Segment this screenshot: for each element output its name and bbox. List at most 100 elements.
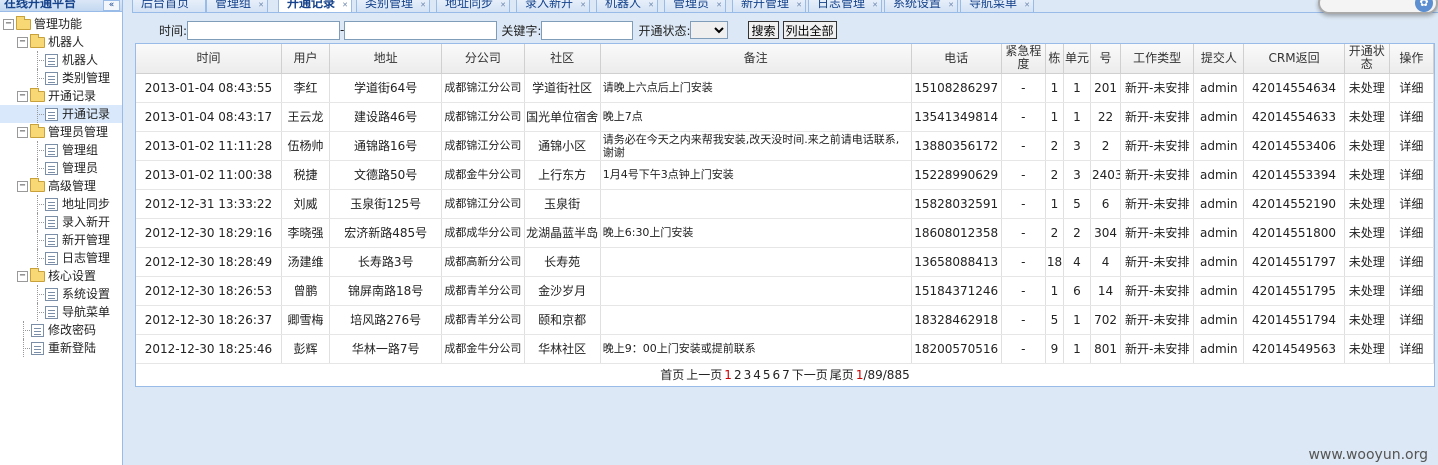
tree-item[interactable]: 导航菜单 [0,303,122,321]
column-header[interactable]: 栋 [1045,44,1064,74]
column-header[interactable]: 分公司 [441,44,525,74]
end-time-input[interactable] [344,20,498,40]
detail-link[interactable]: 详细 [1389,160,1435,190]
collapse-node-icon[interactable]: − [17,270,28,282]
column-header[interactable]: 工作类型 [1120,44,1195,74]
collapse-node-icon[interactable]: − [17,180,28,192]
status-select[interactable] [690,21,729,39]
collapse-node-icon[interactable]: − [17,36,28,48]
tab[interactable]: 新开管理 ✕ [732,0,807,12]
tab[interactable]: 机器人 ✕ [596,0,659,12]
tab[interactable]: 导航菜单 ✕ [960,0,1035,12]
tab[interactable]: 管理员 ✕ [664,0,727,12]
tree-item[interactable]: 新开管理 [0,231,122,249]
column-header[interactable]: 开通状态 [1344,44,1390,74]
tab[interactable]: 类别管理 ✕ [356,0,431,12]
detail-link[interactable]: 详细 [1389,334,1435,364]
tree-item[interactable]: 管理员 [0,159,122,177]
page-number-link[interactable]: 3 [744,368,752,382]
tree-item[interactable]: 重新登陆 [0,339,122,357]
column-header[interactable]: 备注 [600,44,912,74]
column-header[interactable]: 号 [1090,44,1122,74]
table-cell: 李红 [281,73,331,103]
column-header[interactable]: 时间 [136,44,282,74]
tab[interactable]: 系统设置 ✕ [884,0,959,12]
tree-item[interactable]: 地址同步 [0,195,122,213]
detail-link[interactable]: 详细 [1389,247,1435,277]
close-tab-icon[interactable]: ✕ [872,0,878,12]
next-page-link[interactable]: 下一页 [792,368,828,382]
tree-root[interactable]: − 管理功能 [0,15,122,33]
tab[interactable]: 后台首页 [132,0,207,12]
column-header[interactable]: 操作 [1389,44,1435,74]
tree-connector [31,105,45,123]
close-tab-icon[interactable]: ✕ [420,0,426,12]
column-header[interactable]: 社区 [524,44,601,74]
tree-group[interactable]: − 管理员管理 [0,123,122,141]
tree-item[interactable]: 管理组 [0,141,122,159]
detail-link[interactable]: 详细 [1389,189,1435,219]
tree-item[interactable]: 系统设置 [0,285,122,303]
column-header[interactable]: 单元 [1063,44,1092,74]
start-time-input[interactable] [187,20,341,40]
close-tab-icon[interactable]: ✕ [1024,0,1030,12]
table-cell: 未处理 [1344,334,1390,364]
tree-item[interactable]: 日志管理 [0,249,122,267]
column-header[interactable]: 紧急程度 [1001,44,1046,74]
tree-group-label: 高级管理 [48,179,97,193]
collapse-node-icon[interactable]: − [17,126,28,138]
detail-link[interactable]: 详细 [1389,218,1435,248]
tree-item[interactable]: 修改密码 [0,321,122,339]
page-number-link[interactable]: 7 [782,368,790,382]
close-tab-icon[interactable]: ✕ [648,0,654,12]
tree-group[interactable]: − 机器人 [0,33,122,51]
column-header[interactable]: 提交人 [1193,44,1245,74]
page-number-link[interactable]: 2 [734,368,742,382]
detail-link[interactable]: 详细 [1389,305,1435,335]
detail-link[interactable]: 详细 [1389,73,1435,103]
close-tab-icon[interactable]: ✕ [948,0,954,12]
page-number-link[interactable]: 5 [763,368,771,382]
column-header[interactable]: 电话 [911,44,1002,74]
tree-item[interactable]: 开通记录 [0,105,122,123]
collapse-icon[interactable]: « [103,0,120,11]
close-tab-icon[interactable]: ✕ [716,0,722,12]
tree-group[interactable]: − 核心设置 [0,267,122,285]
tree-item[interactable]: 录入新开 [0,213,122,231]
page-number-link[interactable]: 1 [724,368,732,382]
tab[interactable]: 地址同步 ✕ [436,0,511,12]
table-cell: admin [1193,247,1245,277]
prev-page-link[interactable]: 上一页 [686,368,722,382]
collapse-node-icon[interactable]: − [3,18,14,30]
page-icon [45,215,58,229]
close-tab-icon[interactable]: ✕ [258,0,264,12]
close-tab-icon[interactable]: ✕ [580,0,586,12]
column-header[interactable]: 用户 [281,44,331,74]
tab[interactable]: 管理组 ✕ [206,0,269,12]
tree-item[interactable]: 类别管理 [0,69,122,87]
detail-link[interactable]: 详细 [1389,102,1435,132]
page-number-link[interactable]: 6 [773,368,781,382]
close-tab-icon[interactable]: ✕ [500,0,506,12]
tab[interactable]: 日志管理 ✕ [808,0,883,12]
floating-widget[interactable]: ✿ [1318,0,1438,14]
column-header[interactable]: 地址 [329,44,443,74]
tree-group[interactable]: − 开通记录 [0,87,122,105]
keyword-input[interactable] [541,20,634,40]
list-all-button[interactable]: 列出全部 [782,21,837,39]
tree-group[interactable]: − 高级管理 [0,177,122,195]
search-button[interactable]: 搜索 [748,21,779,39]
collapse-node-icon[interactable]: − [17,90,28,102]
tab[interactable]: 开通记录 ✕ [278,0,353,12]
last-page-link[interactable]: 尾页 [830,368,854,382]
first-page-link[interactable]: 首页 [660,368,684,382]
page-number-link[interactable]: 4 [753,368,761,382]
detail-link[interactable]: 详细 [1389,131,1435,161]
tree-item[interactable]: 机器人 [0,51,122,69]
detail-link[interactable]: 详细 [1389,276,1435,306]
column-header[interactable]: CRM返回 [1243,44,1345,74]
close-tab-icon[interactable]: ✕ [796,0,802,12]
gear-icon[interactable]: ✿ [1415,0,1433,12]
close-tab-icon[interactable]: ✕ [342,0,348,12]
tab[interactable]: 录入新开 ✕ [516,0,591,12]
